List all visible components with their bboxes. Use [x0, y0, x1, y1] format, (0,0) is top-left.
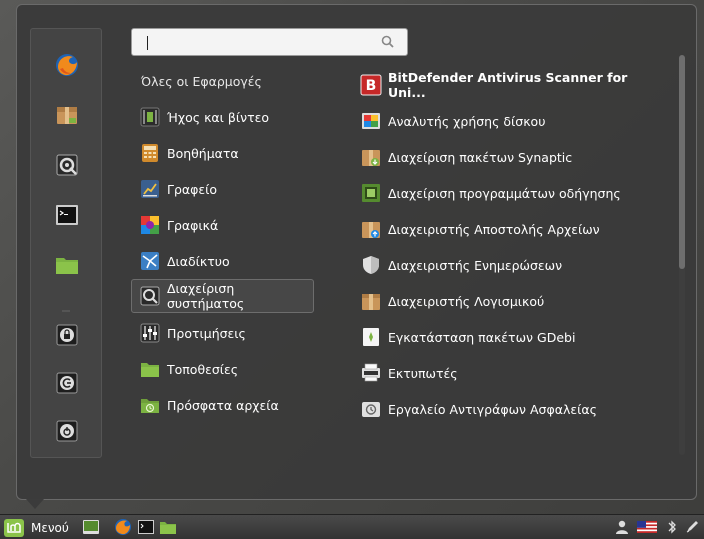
app-upload-manager[interactable]: Διαχειριστής Αποστολής Αρχείων	[357, 214, 657, 244]
app-disk-usage[interactable]: Αναλυτής χρήσης δίσκου	[357, 106, 657, 136]
category-all-applications[interactable]: Όλες οι Εφαρμογές	[141, 74, 262, 89]
category-label: Γραφείο	[167, 181, 218, 197]
backup-tool-icon	[362, 402, 380, 417]
favorite-files[interactable]	[53, 251, 81, 279]
files-launcher-icon[interactable]	[159, 518, 177, 536]
category-internet[interactable]: Διαδίκτυο	[131, 244, 314, 278]
category-label: Βοηθήματα	[167, 145, 239, 161]
favorite-firefox[interactable]	[53, 51, 81, 79]
recent-files-icon	[141, 399, 159, 413]
category-label: Γραφικά	[167, 217, 219, 233]
category-label: Διαδίκτυο	[167, 253, 230, 269]
app-update-manager[interactable]: Διαχειριστής Ενημερώσεων	[357, 250, 657, 280]
app-label: Διαχειριστής Ενημερώσεων	[388, 257, 563, 273]
mint-logo-icon	[4, 518, 24, 537]
power-icon	[56, 420, 78, 442]
administration-icon	[140, 286, 160, 306]
text-cursor	[147, 36, 148, 50]
svg-text:B: B	[366, 78, 377, 94]
bottom-panel: Μενού	[0, 514, 704, 539]
search-icon	[381, 35, 394, 48]
app-backup-tool[interactable]: Εργαλείο Αντιγράφων Ασφαλείας	[357, 394, 657, 424]
favorites-bar	[30, 28, 102, 458]
internet-icon	[141, 252, 159, 270]
category-administration[interactable]: Διαχείριση συστήματος	[131, 279, 314, 313]
category-multimedia[interactable]: Ήχος και βίντεο	[131, 100, 314, 134]
bluetooth-icon[interactable]	[664, 519, 680, 535]
driver-manager-icon	[362, 184, 380, 202]
favorite-terminal[interactable]	[53, 201, 81, 229]
user-icon[interactable]	[614, 519, 630, 535]
app-driver-manager[interactable]: Διαχείριση προγραμμάτων οδήγησης	[357, 178, 657, 208]
shield-icon	[363, 256, 379, 274]
app-bitdefender[interactable]: B BitDefender Antivirus Scanner for Uni.…	[357, 70, 657, 100]
menu-button[interactable]: Μενού	[3, 517, 73, 538]
category-label: Πρόσφατα αρχεία	[167, 397, 279, 413]
software-manager-icon	[362, 294, 380, 310]
upload-manager-icon	[362, 222, 380, 238]
folder-icon	[56, 258, 78, 274]
favorite-software-manager[interactable]	[53, 101, 81, 129]
app-label: Εργαλείο Αντιγράφων Ασφαλείας	[388, 401, 597, 417]
app-software-manager[interactable]: Διαχειριστής Λογισμικού	[357, 286, 657, 316]
favorite-logout[interactable]	[53, 369, 81, 397]
category-preferences[interactable]: Προτιμήσεις	[131, 316, 314, 350]
disk-usage-icon	[362, 113, 380, 129]
package-icon	[57, 107, 77, 124]
gdebi-icon	[363, 328, 379, 346]
system-settings-icon	[56, 154, 78, 176]
search-input[interactable]	[140, 34, 370, 52]
app-gdebi[interactable]: Εγκατάσταση πακέτων GDebi	[357, 322, 657, 352]
favorite-quit[interactable]	[53, 417, 81, 445]
menu-button-label: Μενού	[31, 520, 69, 535]
app-label: Αναλυτής χρήσης δίσκου	[388, 113, 546, 129]
category-label: Τοποθεσίες	[167, 361, 239, 377]
application-menu: Όλες οι Εφαρμογές Ήχος και βίντεο Βοηθήμ…	[16, 4, 697, 500]
pen-icon[interactable]	[684, 519, 700, 535]
app-label: Διαχείριση πακέτων Synaptic	[388, 149, 573, 165]
multimedia-icon	[140, 107, 160, 127]
app-printers[interactable]: Εκτυπωτές	[357, 358, 657, 388]
app-label: Εγκατάσταση πακέτων GDebi	[388, 329, 576, 345]
accessories-icon	[142, 144, 158, 162]
category-label: Προτιμήσεις	[167, 325, 246, 341]
category-label: Διαχείριση συστήματος	[167, 281, 245, 311]
favorite-lock-screen[interactable]	[53, 321, 81, 349]
us-flag-icon[interactable]	[637, 519, 657, 535]
app-label: Διαχείριση προγραμμάτων οδήγησης	[388, 185, 621, 201]
graphics-icon	[141, 216, 159, 234]
category-accessories[interactable]: Βοηθήματα	[131, 136, 314, 170]
category-graphics[interactable]: Γραφικά	[131, 208, 314, 242]
synaptic-icon	[362, 150, 380, 166]
places-icon	[141, 363, 159, 377]
app-label: Διαχειριστής Λογισμικού	[388, 293, 545, 309]
firefox-icon	[56, 54, 78, 76]
app-label: Εκτυπωτές	[388, 365, 458, 381]
office-icon	[141, 180, 159, 198]
terminal-icon	[56, 205, 78, 225]
bitdefender-icon: B	[360, 74, 382, 96]
search-box[interactable]	[131, 28, 408, 56]
favorite-system-settings[interactable]	[53, 151, 81, 179]
app-label: BitDefender Antivirus Scanner for Uni...	[388, 70, 628, 100]
category-recent-files[interactable]: Πρόσφατα αρχεία	[131, 388, 314, 422]
app-label: Διαχειριστής Αποστολής Αρχείων	[388, 221, 600, 237]
printer-icon	[362, 363, 380, 382]
apps-scrollbar-thumb[interactable]	[679, 55, 685, 269]
logout-icon	[56, 372, 78, 394]
show-desktop-icon[interactable]	[82, 518, 100, 536]
menu-pointer	[26, 499, 44, 509]
app-synaptic[interactable]: Διαχείριση πακέτων Synaptic	[357, 142, 657, 172]
category-places[interactable]: Τοποθεσίες	[131, 352, 314, 386]
lock-icon	[56, 324, 78, 346]
preferences-icon	[140, 323, 160, 343]
category-label: Ήχος και βίντεο	[167, 109, 269, 125]
favorites-separator	[62, 310, 70, 312]
firefox-launcher-icon[interactable]	[114, 518, 132, 536]
terminal-launcher-icon[interactable]	[137, 518, 155, 536]
category-office[interactable]: Γραφείο	[131, 172, 314, 206]
